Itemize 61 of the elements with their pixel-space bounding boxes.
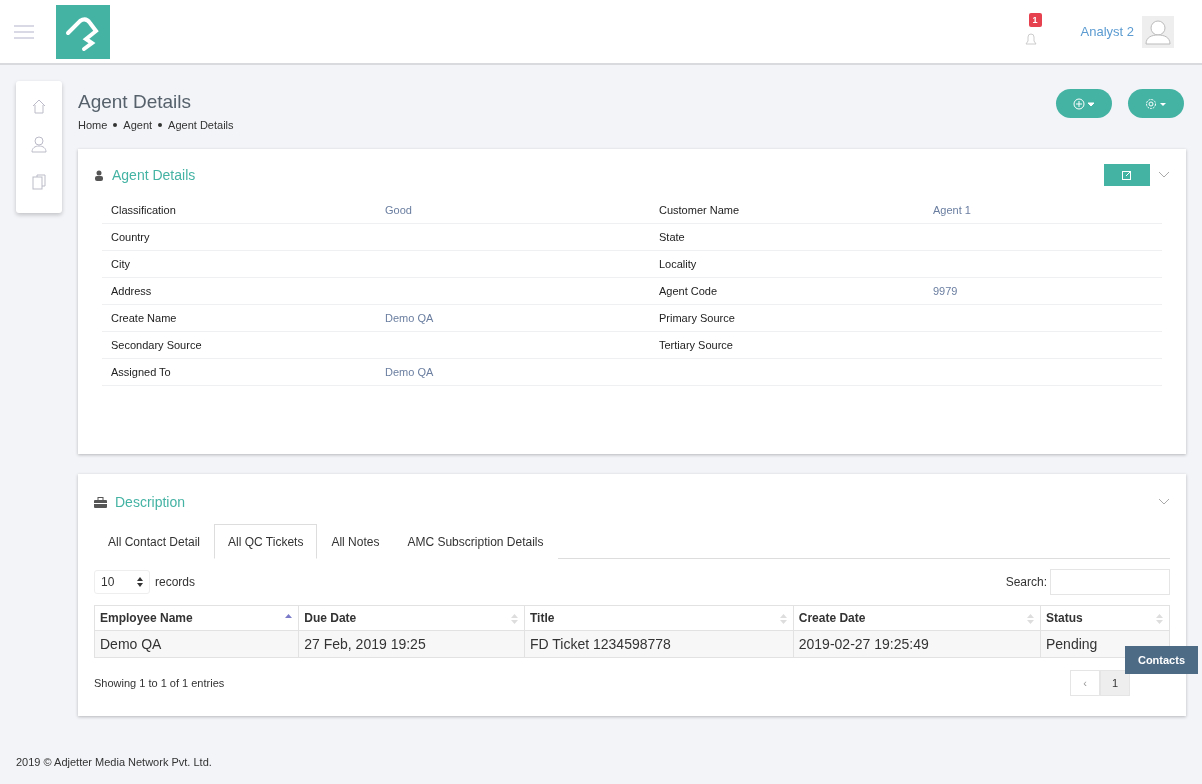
field-label: Locality [650, 251, 924, 278]
edit-button[interactable] [1104, 164, 1150, 186]
gear-caret-icon [1145, 97, 1167, 110]
column-header[interactable]: Status [1040, 605, 1170, 631]
logo-icon[interactable] [56, 4, 110, 59]
settings-dropdown-button[interactable] [1128, 89, 1184, 118]
field-label: Assigned To [102, 359, 376, 386]
field-value: Good [376, 197, 650, 224]
plus-caret-icon [1073, 97, 1095, 110]
field-label: City [102, 251, 376, 278]
contacts-button[interactable]: Contacts [1124, 646, 1198, 674]
home-icon[interactable] [30, 97, 48, 115]
user-icon[interactable] [30, 135, 48, 153]
search-label: Search: [1005, 575, 1047, 589]
table-cell: Demo QA [94, 630, 299, 658]
menu-icon[interactable] [14, 24, 34, 39]
documents-icon[interactable] [30, 173, 48, 191]
records-label: records [155, 575, 195, 589]
edit-icon [1122, 170, 1132, 180]
page-title: Agent Details [78, 91, 192, 113]
user-icon [94, 169, 104, 181]
bell-icon[interactable] [1022, 30, 1039, 47]
card-title: Agent Details [112, 167, 196, 183]
avatar-icon[interactable] [1142, 15, 1174, 48]
field-value: Agent 1 [924, 197, 1162, 224]
table-cell: 27 Feb, 2019 19:25 [298, 630, 525, 658]
field-value: Demo QA [376, 359, 650, 386]
entries-info: Showing 1 to 1 of 1 entries [94, 677, 225, 689]
field-label: Address [102, 278, 376, 305]
field-label: Customer Name [650, 197, 924, 224]
tab[interactable]: All QC Tickets [214, 524, 318, 559]
card-title: Description [115, 494, 186, 510]
breadcrumb-link[interactable]: Agent [123, 119, 153, 131]
add-dropdown-button[interactable] [1056, 89, 1112, 118]
field-label: Tertiary Source [650, 332, 924, 359]
footer-text: 2019 © Adjetter Media Network Pvt. Ltd. [15, 755, 213, 770]
table-cell: 2019-02-27 19:25:49 [793, 630, 1041, 658]
column-header[interactable]: Title [524, 605, 794, 631]
page-button[interactable]: 1 [1100, 670, 1130, 696]
chevron-down-icon[interactable] [1158, 498, 1170, 506]
field-label: Classification [102, 197, 376, 224]
page-size-select[interactable]: 10 [94, 570, 150, 594]
breadcrumb-link[interactable]: Agent Details [168, 119, 234, 131]
breadcrumb-link[interactable]: Home [78, 119, 108, 131]
field-label: Create Name [102, 305, 376, 332]
field-label: Agent Code [650, 278, 924, 305]
field-label: State [650, 224, 924, 251]
notification-badge: 1 [1028, 12, 1042, 27]
field-value: Demo QA [376, 305, 650, 332]
table-cell: FD Ticket 1234598778 [524, 630, 794, 658]
field-label: Country [102, 224, 376, 251]
select-arrows-icon [137, 577, 143, 587]
column-header[interactable]: Create Date [793, 605, 1041, 631]
field-label: Secondary Source [102, 332, 376, 359]
chevron-down-icon[interactable] [1158, 171, 1170, 179]
briefcase-icon [94, 496, 107, 508]
column-header[interactable]: Employee Name [94, 605, 299, 631]
field-label: Primary Source [650, 305, 924, 332]
search-field[interactable] [1050, 569, 1170, 595]
column-header[interactable]: Due Date [298, 605, 525, 631]
field-value: 9979 [924, 278, 1162, 305]
